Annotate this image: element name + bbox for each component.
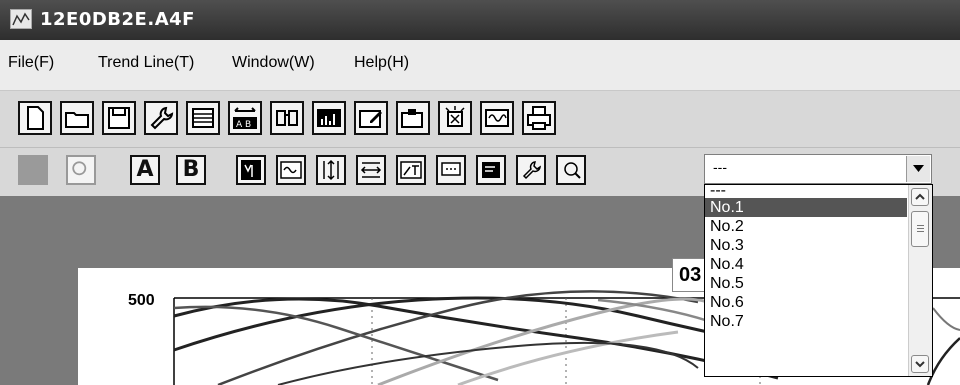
settings-button[interactable] xyxy=(144,101,178,135)
menu-window[interactable]: Window(W) xyxy=(232,54,315,72)
wrench-icon xyxy=(522,161,541,180)
dropdown-item[interactable]: --- xyxy=(705,183,907,199)
dropdown-item[interactable]: No.7 xyxy=(705,312,907,331)
horizontal-zoom-icon xyxy=(360,162,382,178)
magnifier-icon xyxy=(564,162,581,179)
dropdown-item[interactable]: No.2 xyxy=(705,217,907,236)
trend-line xyxy=(277,341,699,385)
bar-chart-icon xyxy=(317,109,341,127)
refresh-button[interactable] xyxy=(66,155,96,185)
new-file-button[interactable] xyxy=(18,101,52,135)
ab-compare-button[interactable]: A B xyxy=(228,101,262,135)
svg-text:A B: A B xyxy=(236,120,251,130)
refresh-icon xyxy=(72,161,87,176)
scroll-down-button[interactable] xyxy=(911,355,929,373)
zoom-button[interactable] xyxy=(556,155,586,185)
search-button[interactable] xyxy=(270,101,304,135)
open-folder-button[interactable] xyxy=(60,101,94,135)
main-toolbar: A B xyxy=(0,91,960,148)
waveform-button[interactable] xyxy=(480,101,514,135)
menu-trend-line[interactable]: Trend Line(T) xyxy=(98,54,194,72)
comment-button[interactable] xyxy=(436,155,466,185)
cursor-a-button[interactable]: A xyxy=(130,155,160,185)
alarm-icon xyxy=(445,106,465,127)
waveform-icon xyxy=(485,109,509,127)
horizontal-zoom-button[interactable] xyxy=(356,155,386,185)
wrench-icon xyxy=(150,106,174,130)
vertical-zoom-icon xyxy=(323,159,339,181)
print-icon xyxy=(527,106,551,130)
dropdown-item[interactable]: No.6 xyxy=(705,293,907,312)
note-icon xyxy=(482,162,500,178)
cursor-b-button[interactable]: B xyxy=(176,155,206,185)
tools-button[interactable] xyxy=(516,155,546,185)
scroll-thumb[interactable] xyxy=(911,211,929,247)
edit-chart-button[interactable] xyxy=(354,101,388,135)
dropdown-items: --- No.1 No.2 No.3 No.4 No.5 No.6 No.7 xyxy=(705,183,907,331)
window-title: 12E0DB2E.A4F xyxy=(40,9,195,30)
note-button[interactable] xyxy=(476,155,506,185)
alarm-button[interactable] xyxy=(438,101,472,135)
chevron-down-icon xyxy=(915,361,925,368)
trend-line xyxy=(932,307,960,331)
chart-tool-button[interactable] xyxy=(396,101,430,135)
trend-line xyxy=(377,297,720,385)
save-button[interactable] xyxy=(102,101,136,135)
open-folder-icon xyxy=(65,112,89,128)
scale-button[interactable] xyxy=(276,155,306,185)
dropdown-item[interactable]: No.4 xyxy=(705,255,907,274)
channel-dropdown-list: --- No.1 No.2 No.3 No.4 No.5 No.6 No.7 xyxy=(704,183,933,377)
comment-icon xyxy=(441,162,461,176)
binoculars-icon xyxy=(276,110,298,126)
color-swatch-button[interactable] xyxy=(18,155,48,185)
channel-select[interactable]: --- xyxy=(704,154,932,184)
measure-tool-button[interactable] xyxy=(396,155,426,185)
trend-chart-icon xyxy=(10,9,32,29)
dropdown-item-selected[interactable]: No.1 xyxy=(705,198,907,217)
print-button[interactable] xyxy=(522,101,556,135)
scale-icon xyxy=(280,161,302,179)
bar-chart-button[interactable] xyxy=(312,101,346,135)
menu-bar: File(F) Trend Line(T) Window(W) Help(H) xyxy=(0,40,960,91)
new-file-icon xyxy=(27,106,44,130)
dropdown-item[interactable]: No.5 xyxy=(705,274,907,293)
chart-tool-icon xyxy=(401,109,423,128)
save-disk-icon xyxy=(108,107,130,129)
dropdown-item[interactable]: No.3 xyxy=(705,236,907,255)
channel-select-value: --- xyxy=(713,159,727,175)
measure-tool-icon xyxy=(400,161,422,179)
menu-file[interactable]: File(F) xyxy=(8,54,54,72)
edit-chart-icon xyxy=(359,110,382,128)
title-bar: 12E0DB2E.A4F xyxy=(0,0,960,40)
table-button[interactable] xyxy=(186,101,220,135)
ab-compare-icon: A B xyxy=(233,107,257,130)
chevron-up-icon xyxy=(915,193,925,200)
scroll-up-button[interactable] xyxy=(911,188,929,206)
ab-measure-icon xyxy=(241,160,261,180)
vertical-zoom-button[interactable] xyxy=(316,155,346,185)
table-icon xyxy=(192,108,214,128)
combo-dropdown-button[interactable] xyxy=(906,156,930,182)
menu-help[interactable]: Help(H) xyxy=(354,54,409,72)
chevron-down-icon xyxy=(913,165,924,172)
ab-measure-button[interactable] xyxy=(236,155,266,185)
dropdown-scrollbar[interactable] xyxy=(908,185,932,376)
